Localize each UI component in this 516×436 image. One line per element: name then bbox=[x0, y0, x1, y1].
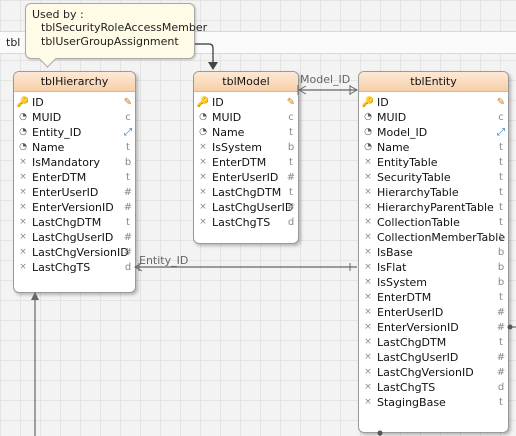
tooltip-connector-arrow bbox=[208, 62, 218, 70]
tooltip-title: Used by : bbox=[32, 8, 84, 21]
relation-arrow-up bbox=[31, 292, 39, 300]
tooltip-line: tblUserGroupAssignment bbox=[41, 35, 179, 48]
relation-label-model-id: Model_ID bbox=[300, 73, 351, 86]
used-by-tooltip: Used by : tblSecurityRoleAccessMember tb… bbox=[25, 3, 208, 68]
relation-connector-dot bbox=[377, 430, 383, 436]
relation-connector-dot bbox=[507, 324, 513, 330]
relationship-lines bbox=[31, 43, 516, 436]
tooltip-line: tblSecurityRoleAccessMember bbox=[41, 21, 208, 34]
relation-label-entity-id: Entity_ID bbox=[139, 254, 189, 267]
